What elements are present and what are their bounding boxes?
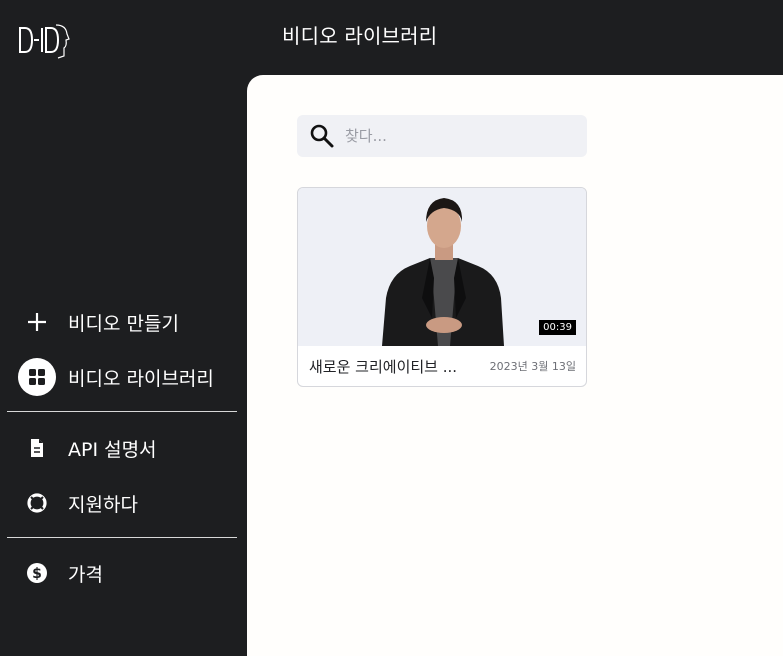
dollar-icon: $ (18, 554, 56, 592)
video-date: 2023년 3월 13일 (489, 360, 576, 373)
search-bar[interactable] (297, 115, 587, 157)
lifebuoy-icon (18, 484, 56, 522)
sidebar-item-create-video[interactable]: 비디오 만들기 (18, 302, 179, 342)
sidebar-item-label: API 설명서 (68, 438, 157, 461)
sidebar-item-label: 비디오 만들기 (68, 312, 179, 335)
svg-text:$: $ (32, 566, 42, 582)
sidebar-divider (7, 537, 237, 538)
search-icon (310, 124, 334, 148)
video-card[interactable]: 00:39 새로운 크리에이티브 ... 2023년 3월 13일 (297, 187, 587, 387)
sidebar: 비디오 만들기 비디오 라이브러리 API 설명서 지원하다 $ 가격 (0, 0, 247, 656)
video-title: 새로운 크리에이티브 ... (309, 357, 458, 376)
document-icon (18, 429, 56, 467)
video-card-footer: 새로운 크리에이티브 ... 2023년 3월 13일 (298, 346, 586, 386)
grid-icon (18, 358, 56, 396)
sidebar-item-label: 지원하다 (68, 493, 138, 516)
sidebar-divider (7, 411, 237, 412)
plus-icon (18, 303, 56, 341)
main-content: 00:39 새로운 크리에이티브 ... 2023년 3월 13일 (247, 75, 783, 656)
page-title: 비디오 라이브러리 (282, 24, 438, 48)
sidebar-item-label: 비디오 라이브러리 (68, 367, 214, 390)
search-input[interactable] (345, 127, 575, 145)
sidebar-item-support[interactable]: 지원하다 (18, 483, 138, 523)
video-thumbnail[interactable]: 00:39 (298, 188, 586, 346)
sidebar-item-api-docs[interactable]: API 설명서 (18, 428, 157, 468)
sidebar-item-label: 가격 (68, 563, 103, 586)
sidebar-item-video-library[interactable]: 비디오 라이브러리 (18, 357, 214, 397)
duration-badge: 00:39 (539, 320, 576, 335)
sidebar-item-pricing[interactable]: $ 가격 (18, 553, 103, 593)
